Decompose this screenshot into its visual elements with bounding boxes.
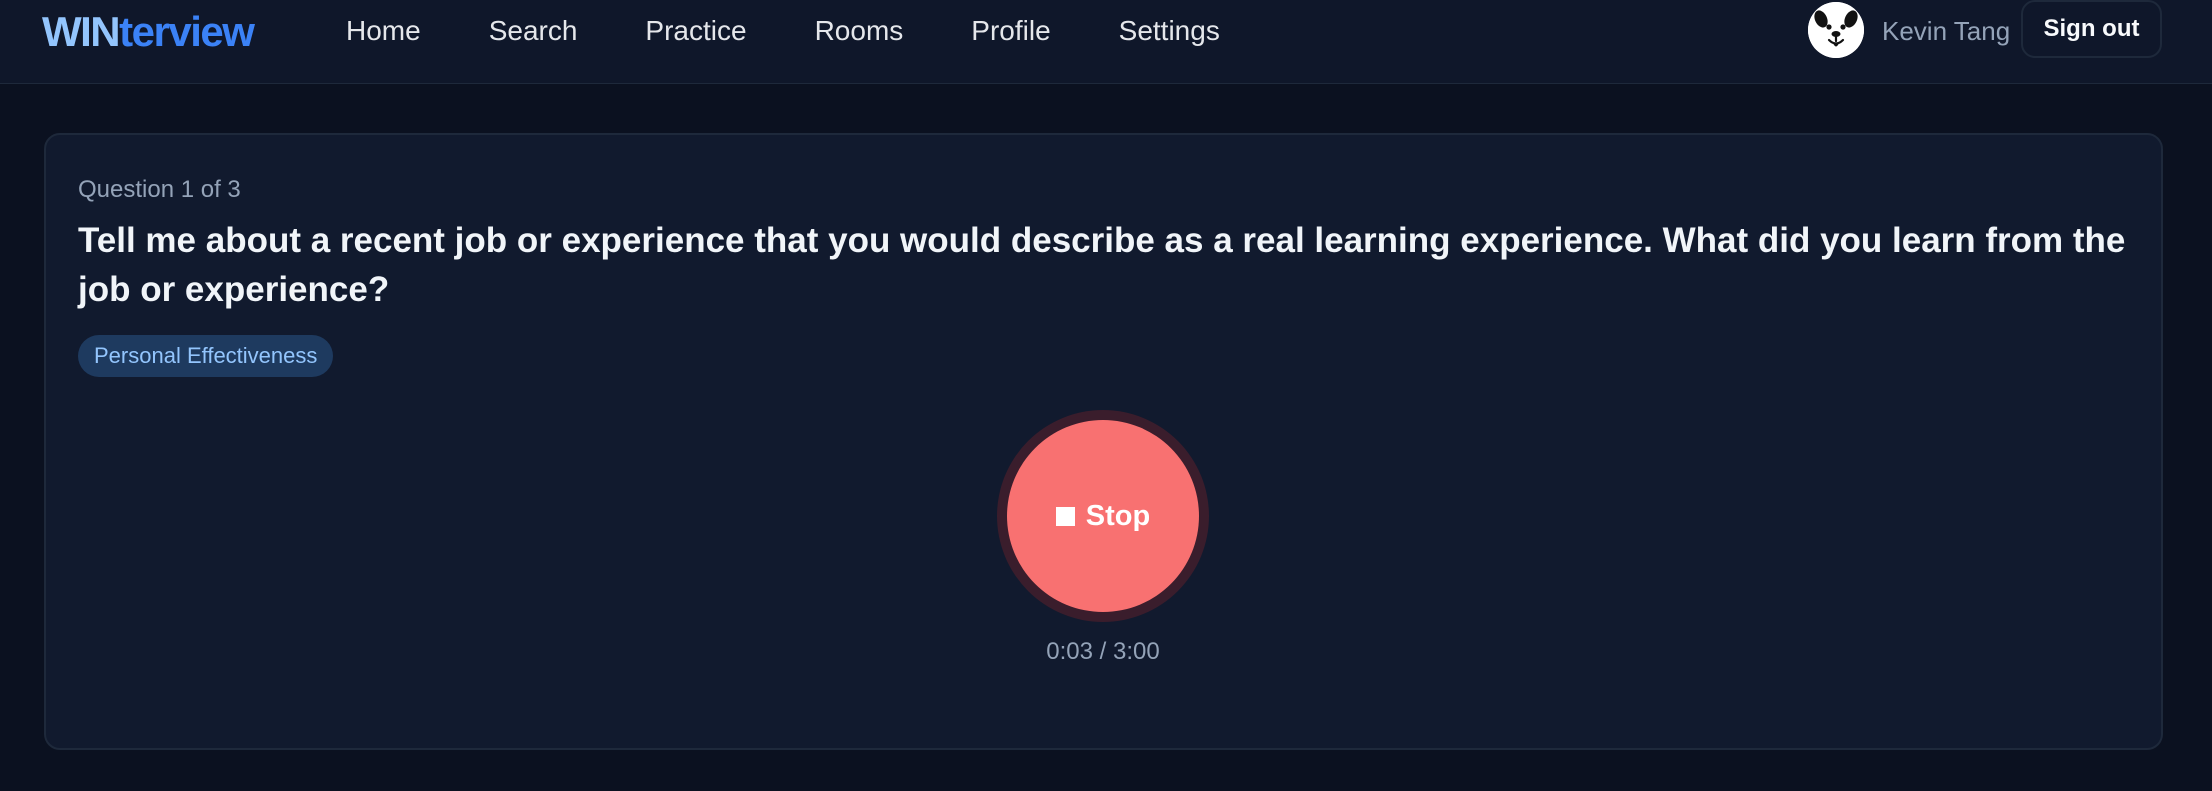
top-navbar: WINterview Home Search Practice Rooms Pr… — [0, 0, 2212, 84]
stop-square-icon — [1055, 506, 1075, 526]
nav-links: Home Search Practice Rooms Profile Setti… — [346, 4, 1220, 58]
nav-profile[interactable]: Profile — [971, 4, 1050, 58]
logo-part-terview: terview — [119, 8, 255, 55]
nav-rooms[interactable]: Rooms — [815, 4, 904, 58]
stop-label: Stop — [1085, 499, 1151, 532]
dog-face-icon — [1808, 2, 1864, 58]
stop-recording-button[interactable]: Stop — [1007, 420, 1199, 612]
question-card: Question 1 of 3 Tell me about a recent j… — [44, 133, 2163, 750]
sign-out-button[interactable]: Sign out — [2021, 0, 2162, 58]
app-logo[interactable]: WINterview — [42, 4, 255, 60]
nav-home[interactable]: Home — [346, 4, 421, 58]
nav-practice[interactable]: Practice — [645, 4, 746, 58]
recording-timer: 0:03 / 3:00 — [1046, 638, 1160, 665]
category-tag: Personal Effectiveness — [78, 335, 334, 377]
nav-search[interactable]: Search — [489, 4, 578, 58]
user-name: Kevin Tang — [1882, 16, 2011, 46]
question-counter: Question 1 of 3 — [78, 176, 241, 203]
question-text: Tell me about a recent job or experience… — [78, 221, 2126, 309]
nav-settings[interactable]: Settings — [1119, 4, 1220, 58]
logo-part-win: WIN — [42, 8, 121, 55]
user-avatar[interactable] — [1808, 2, 1864, 58]
